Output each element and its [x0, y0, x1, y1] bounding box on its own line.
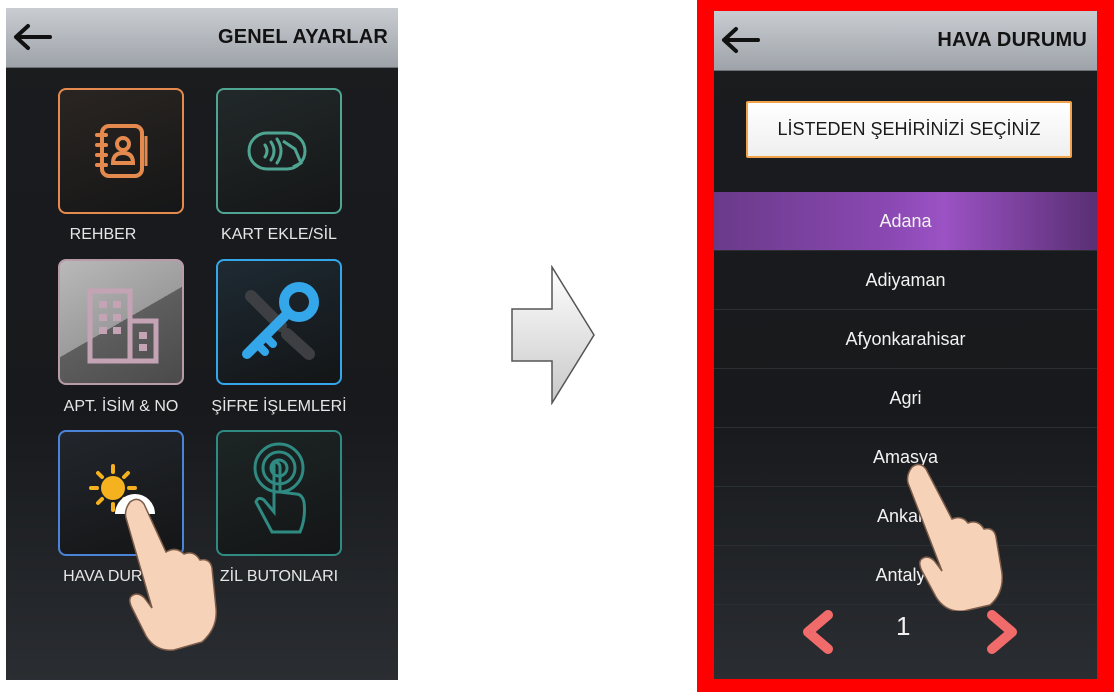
back-arrow-icon[interactable] — [720, 23, 760, 57]
pagination: 1 — [714, 607, 1097, 657]
address-book-icon — [95, 124, 148, 178]
settings-screen: GENEL AYARLAR REHBER KART EKLE/SİL APT. … — [6, 8, 398, 680]
select-city-button[interactable]: LİSTEDEN ŞEHİRİNİZİ SEÇİNİZ — [746, 101, 1072, 158]
tile-zil-butonlari[interactable] — [216, 430, 342, 556]
tile-apt-isim-no[interactable] — [58, 259, 184, 385]
list-item[interactable]: Adiyaman — [714, 251, 1097, 310]
building-icon — [87, 288, 159, 364]
list-item[interactable]: Ankara — [714, 487, 1097, 546]
list-item[interactable]: Afyonkarahisar — [714, 310, 1097, 369]
back-arrow-icon[interactable] — [12, 20, 52, 54]
list-item[interactable]: Antalya — [714, 546, 1097, 605]
page-title: HAVA DURUMU — [937, 29, 1087, 51]
tile-hava-durumu[interactable] — [58, 430, 184, 556]
tile-label-hava: HAVA DURUMU — [63, 568, 179, 585]
tile-label-kart: KART EKLE/SİL — [221, 226, 337, 243]
header-bar: GENEL AYARLAR — [6, 8, 398, 68]
contactless-card-icon — [247, 131, 307, 171]
chevron-right-icon[interactable] — [982, 609, 1022, 655]
page-title: GENEL AYARLAR — [217, 26, 388, 48]
city-list: Adana Adiyaman Afyonkarahisar Agri Amasy… — [714, 192, 1097, 605]
tile-label-rehber: REHBER — [69, 226, 137, 243]
tile-kart-ekle-sil[interactable] — [216, 88, 342, 214]
tile-label-zil: ZİL BUTONLARI — [219, 568, 339, 585]
right-arrow-icon — [511, 265, 595, 405]
tile-sifre-islemleri[interactable] — [216, 259, 342, 385]
list-item[interactable]: Adana — [714, 192, 1097, 251]
tile-label-apt: APT. İSİM & NO — [63, 398, 179, 415]
weather-screen: HAVA DURUMU LİSTEDEN ŞEHİRİNİZİ SEÇİNİZ … — [714, 11, 1097, 679]
chevron-left-icon[interactable] — [798, 609, 838, 655]
list-item[interactable]: Agri — [714, 369, 1097, 428]
list-item[interactable]: Amasya — [714, 428, 1097, 487]
header-bar: HAVA DURUMU — [714, 11, 1097, 71]
page-number: 1 — [896, 611, 911, 641]
weather-sun-cloud-icon — [89, 464, 155, 514]
tile-rehber[interactable] — [58, 88, 184, 214]
tile-label-sifre: ŞİFRE İŞLEMLERİ — [211, 398, 347, 415]
touch-button-icon — [253, 442, 306, 534]
key-wrench-icon — [242, 282, 319, 360]
